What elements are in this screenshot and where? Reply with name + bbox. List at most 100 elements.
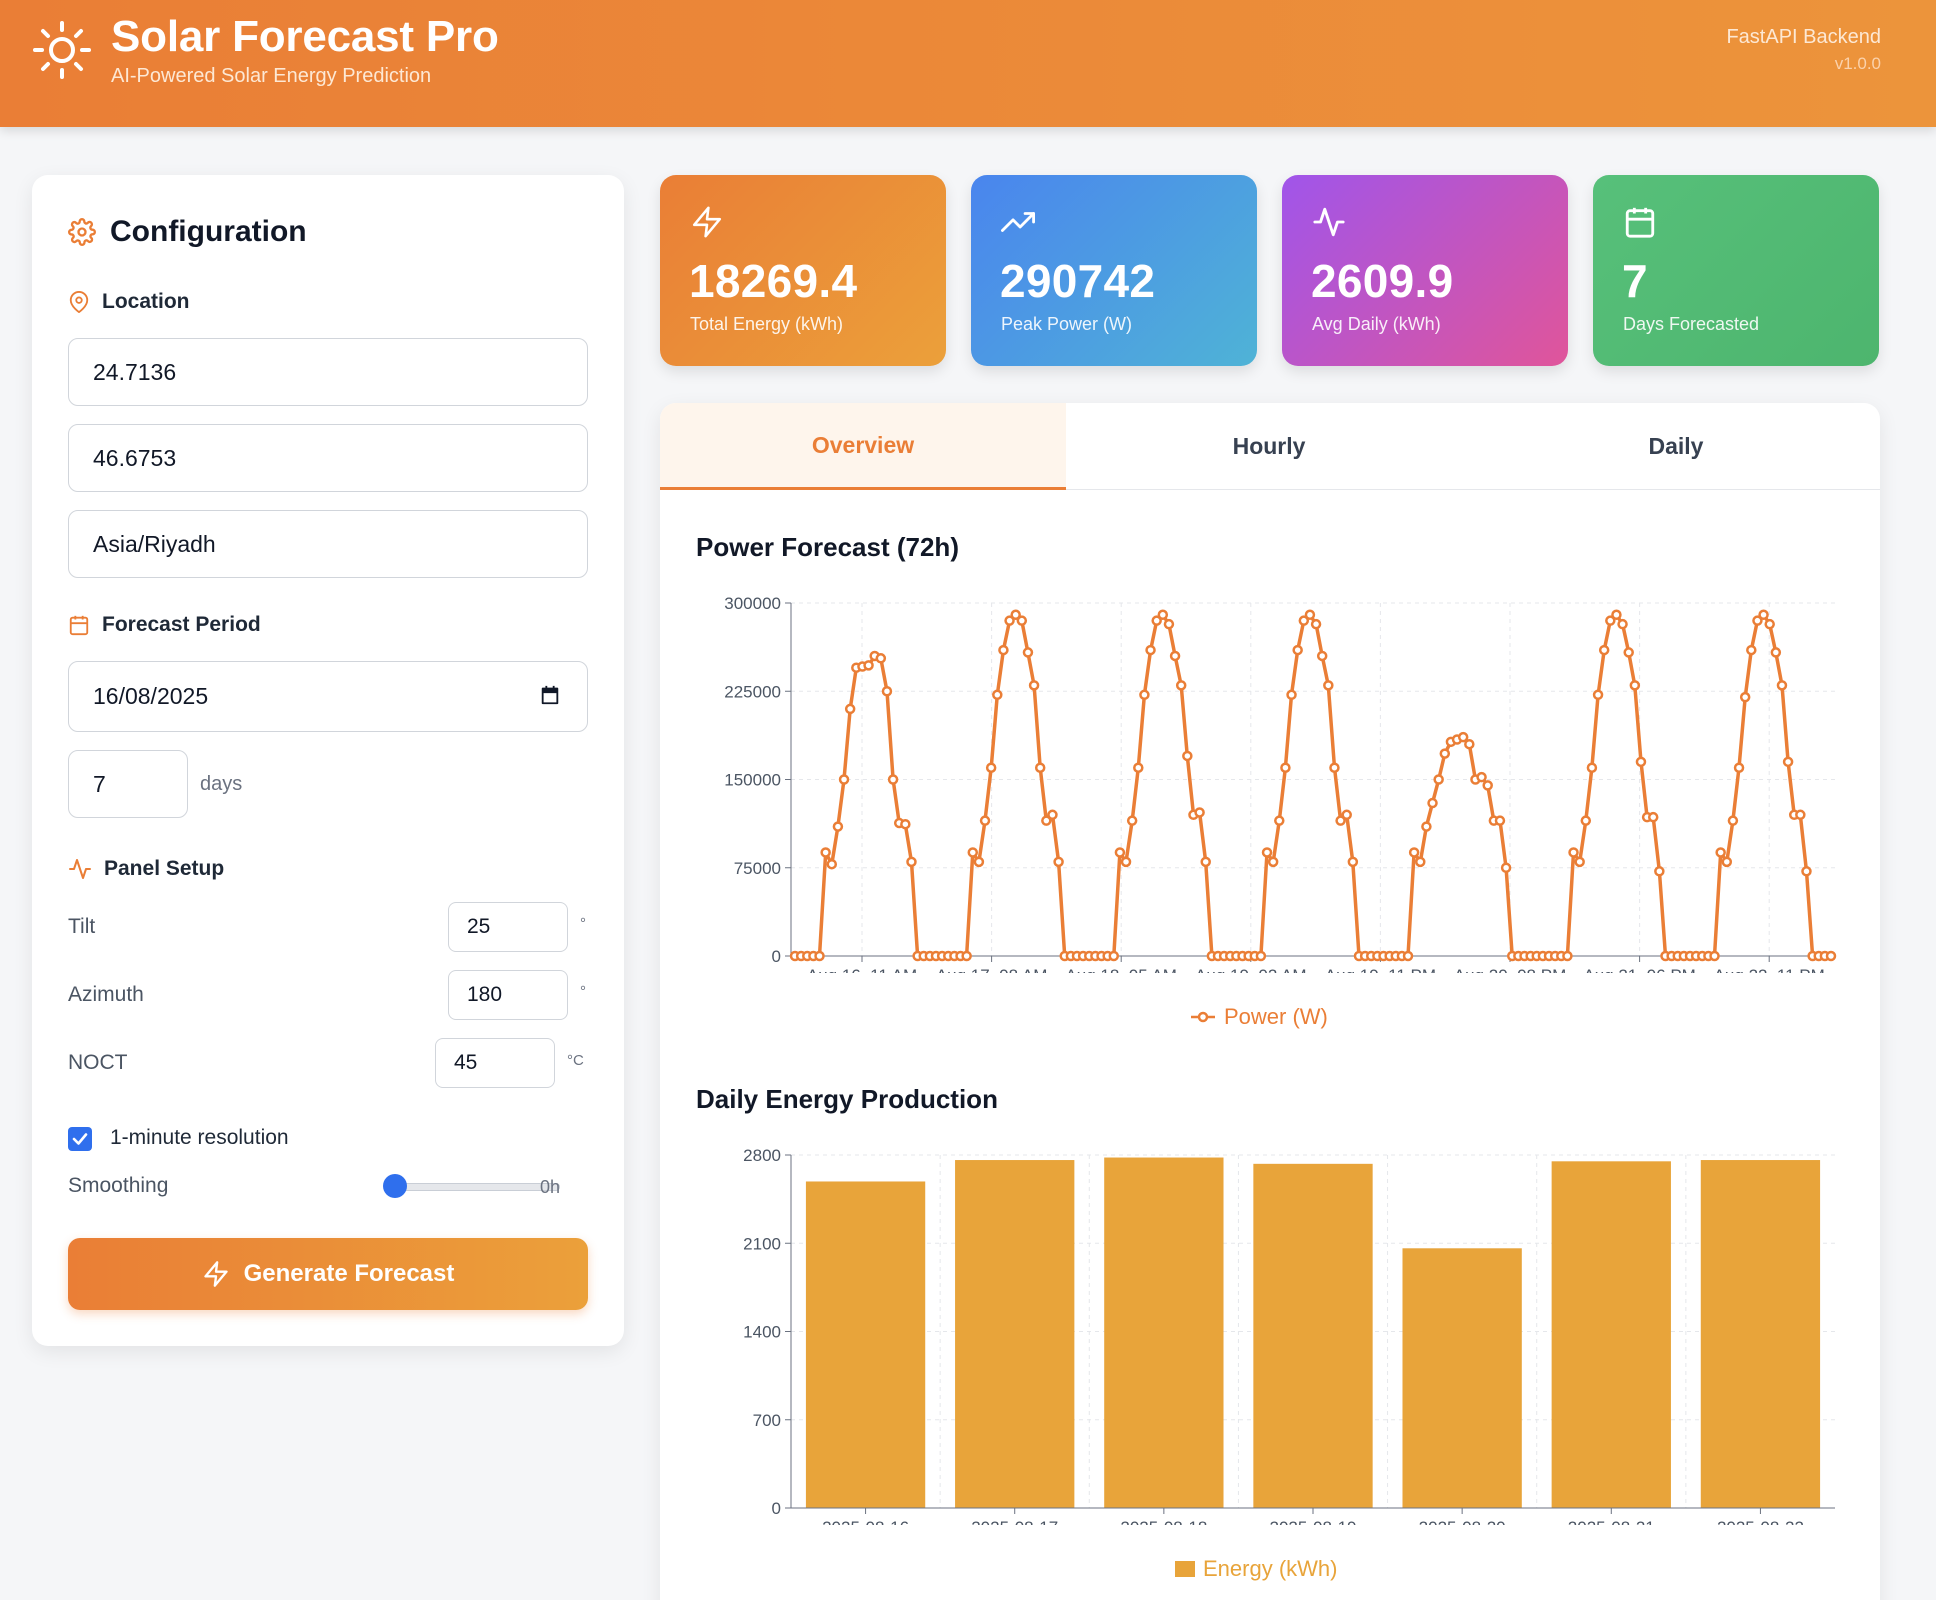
power-data-point [1739, 691, 1751, 703]
x-tick-label: Aug 21, 06 PM [1583, 966, 1695, 973]
energy-bar [1104, 1157, 1224, 1508]
noct-input[interactable]: 45 [435, 1038, 555, 1088]
power-data-point [1022, 647, 1034, 658]
power-data-point [838, 774, 850, 785]
smoothing-slider-track[interactable] [396, 1183, 560, 1191]
panel-setup-section-label: Panel Setup [68, 857, 224, 881]
power-data-point [1028, 680, 1040, 691]
app-title: Solar Forecast Pro [111, 12, 499, 61]
power-data-point [1323, 680, 1334, 691]
latitude-input[interactable]: 24.7136 [68, 338, 588, 406]
energy-bar [805, 1181, 926, 1508]
resolution-checkbox[interactable] [68, 1127, 92, 1151]
power-data-point [1580, 815, 1592, 826]
y-tick-label: 700 [753, 1411, 781, 1430]
power-data-point [992, 689, 1003, 701]
x-tick-label: 2025-08-18 [1120, 1518, 1207, 1525]
x-tick-label: 2025-08-22 [1717, 1518, 1804, 1525]
power-data-point [1139, 689, 1150, 701]
power-data-point [1267, 856, 1279, 868]
power-data-point [1494, 815, 1506, 826]
power-data-point [1801, 866, 1812, 877]
power-data-point [985, 762, 997, 773]
timezone-input[interactable]: Asia/Riyadh [68, 510, 588, 578]
x-tick-label: Aug 18, 05 AM [1065, 966, 1177, 973]
power-data-point [1304, 609, 1316, 621]
days-unit-label: days [200, 773, 243, 795]
x-tick-label: 2025-08-16 [822, 1518, 909, 1525]
energy-chart-title: Daily Energy Production [696, 1084, 998, 1114]
days-input[interactable]: 7 [68, 750, 188, 818]
x-tick-label: 2025-08-17 [971, 1518, 1058, 1525]
energy-bar [1551, 1161, 1671, 1508]
x-tick-label: 2025-08-20 [1419, 1518, 1506, 1525]
power-data-point [1654, 866, 1665, 877]
forecast-panel: Overview Hourly Daily Power Forecast (72… [660, 403, 1880, 1600]
power-data-point [875, 653, 887, 664]
power-data-point [1329, 762, 1340, 773]
y-tick-label: 0 [772, 1499, 781, 1518]
power-data-point [1500, 862, 1512, 873]
power-data-point [1163, 618, 1175, 630]
power-data-point [1120, 856, 1132, 868]
gear-icon [68, 218, 96, 246]
power-data-point [1316, 650, 1328, 662]
power-data-point [1592, 689, 1604, 701]
power-data-point [1108, 950, 1120, 962]
x-tick-label: Aug 20, 08 PM [1454, 966, 1566, 973]
peak-power-value: 290742 [1000, 255, 1156, 307]
start-date-input[interactable]: 16/08/2025 [68, 661, 588, 732]
power-data-point [1145, 644, 1156, 656]
power-data-point [1715, 847, 1726, 858]
configuration-title: Configuration [110, 215, 307, 248]
power-data-point [863, 660, 874, 671]
x-tick-label: Aug 19, 02 AM [1195, 966, 1307, 973]
date-picker-icon[interactable] [539, 684, 561, 706]
power-data-point [1133, 762, 1144, 773]
power-data-point [1292, 644, 1303, 656]
power-data-point [1562, 950, 1573, 962]
noct-unit: °C [567, 1052, 584, 1069]
power-data-point [1758, 609, 1769, 621]
app-header: Solar Forecast Pro AI-Powered Solar Ener… [0, 0, 1936, 127]
power-data-point [1408, 847, 1420, 858]
power-data-point [973, 856, 985, 868]
tab-hourly[interactable]: Hourly [1066, 403, 1472, 490]
line-legend-icon [1191, 1011, 1215, 1023]
power-data-point [1721, 856, 1733, 868]
power-data-point [1825, 950, 1837, 962]
power-data-point [1194, 807, 1205, 818]
days-forecasted-label: Days Forecasted [1623, 314, 1760, 334]
power-data-point [1476, 771, 1487, 783]
power-data-point [998, 644, 1009, 656]
power-data-point [967, 847, 979, 858]
y-tick-label: 2100 [743, 1234, 781, 1253]
tab-overview[interactable]: Overview [660, 403, 1066, 490]
tilt-input[interactable]: 25 [448, 902, 568, 952]
energy-legend: Energy (kWh) [1175, 1556, 1337, 1582]
power-data-point [1464, 738, 1475, 750]
tab-daily[interactable]: Daily [1473, 403, 1879, 490]
smoothing-slider-thumb[interactable] [383, 1174, 407, 1198]
y-tick-label: 75000 [734, 859, 781, 878]
energy-bar [1253, 1163, 1373, 1508]
power-data-point [1310, 618, 1322, 630]
power-data-point [1286, 689, 1297, 701]
generate-forecast-button[interactable]: Generate Forecast [68, 1238, 588, 1310]
power-data-point [1053, 856, 1064, 868]
power-data-point [881, 686, 893, 697]
calendar-icon [1625, 207, 1655, 238]
azimuth-input[interactable]: 180 [448, 970, 568, 1020]
power-data-point [1795, 809, 1806, 821]
activity-icon [69, 859, 91, 879]
avg-daily-card: 2609.9 Avg Daily (kWh) [1282, 175, 1568, 366]
longitude-input[interactable]: 46.6753 [68, 424, 588, 492]
peak-power-card: 290742 Peak Power (W) [971, 175, 1257, 366]
daily-energy-chart: 0 700 1400 2100 2800 2025-08-16 2025-08-17 2025… [743, 1146, 1835, 1525]
y-tick-label: 300000 [724, 594, 781, 613]
power-data-point [1255, 950, 1267, 962]
start-date-value: 16/08/2025 [93, 683, 209, 709]
configuration-panel: Configuration Location 24.7136 46.6753 A… [32, 175, 624, 1346]
power-data-point [844, 703, 856, 715]
power-legend-label: Power (W) [1224, 1004, 1328, 1029]
